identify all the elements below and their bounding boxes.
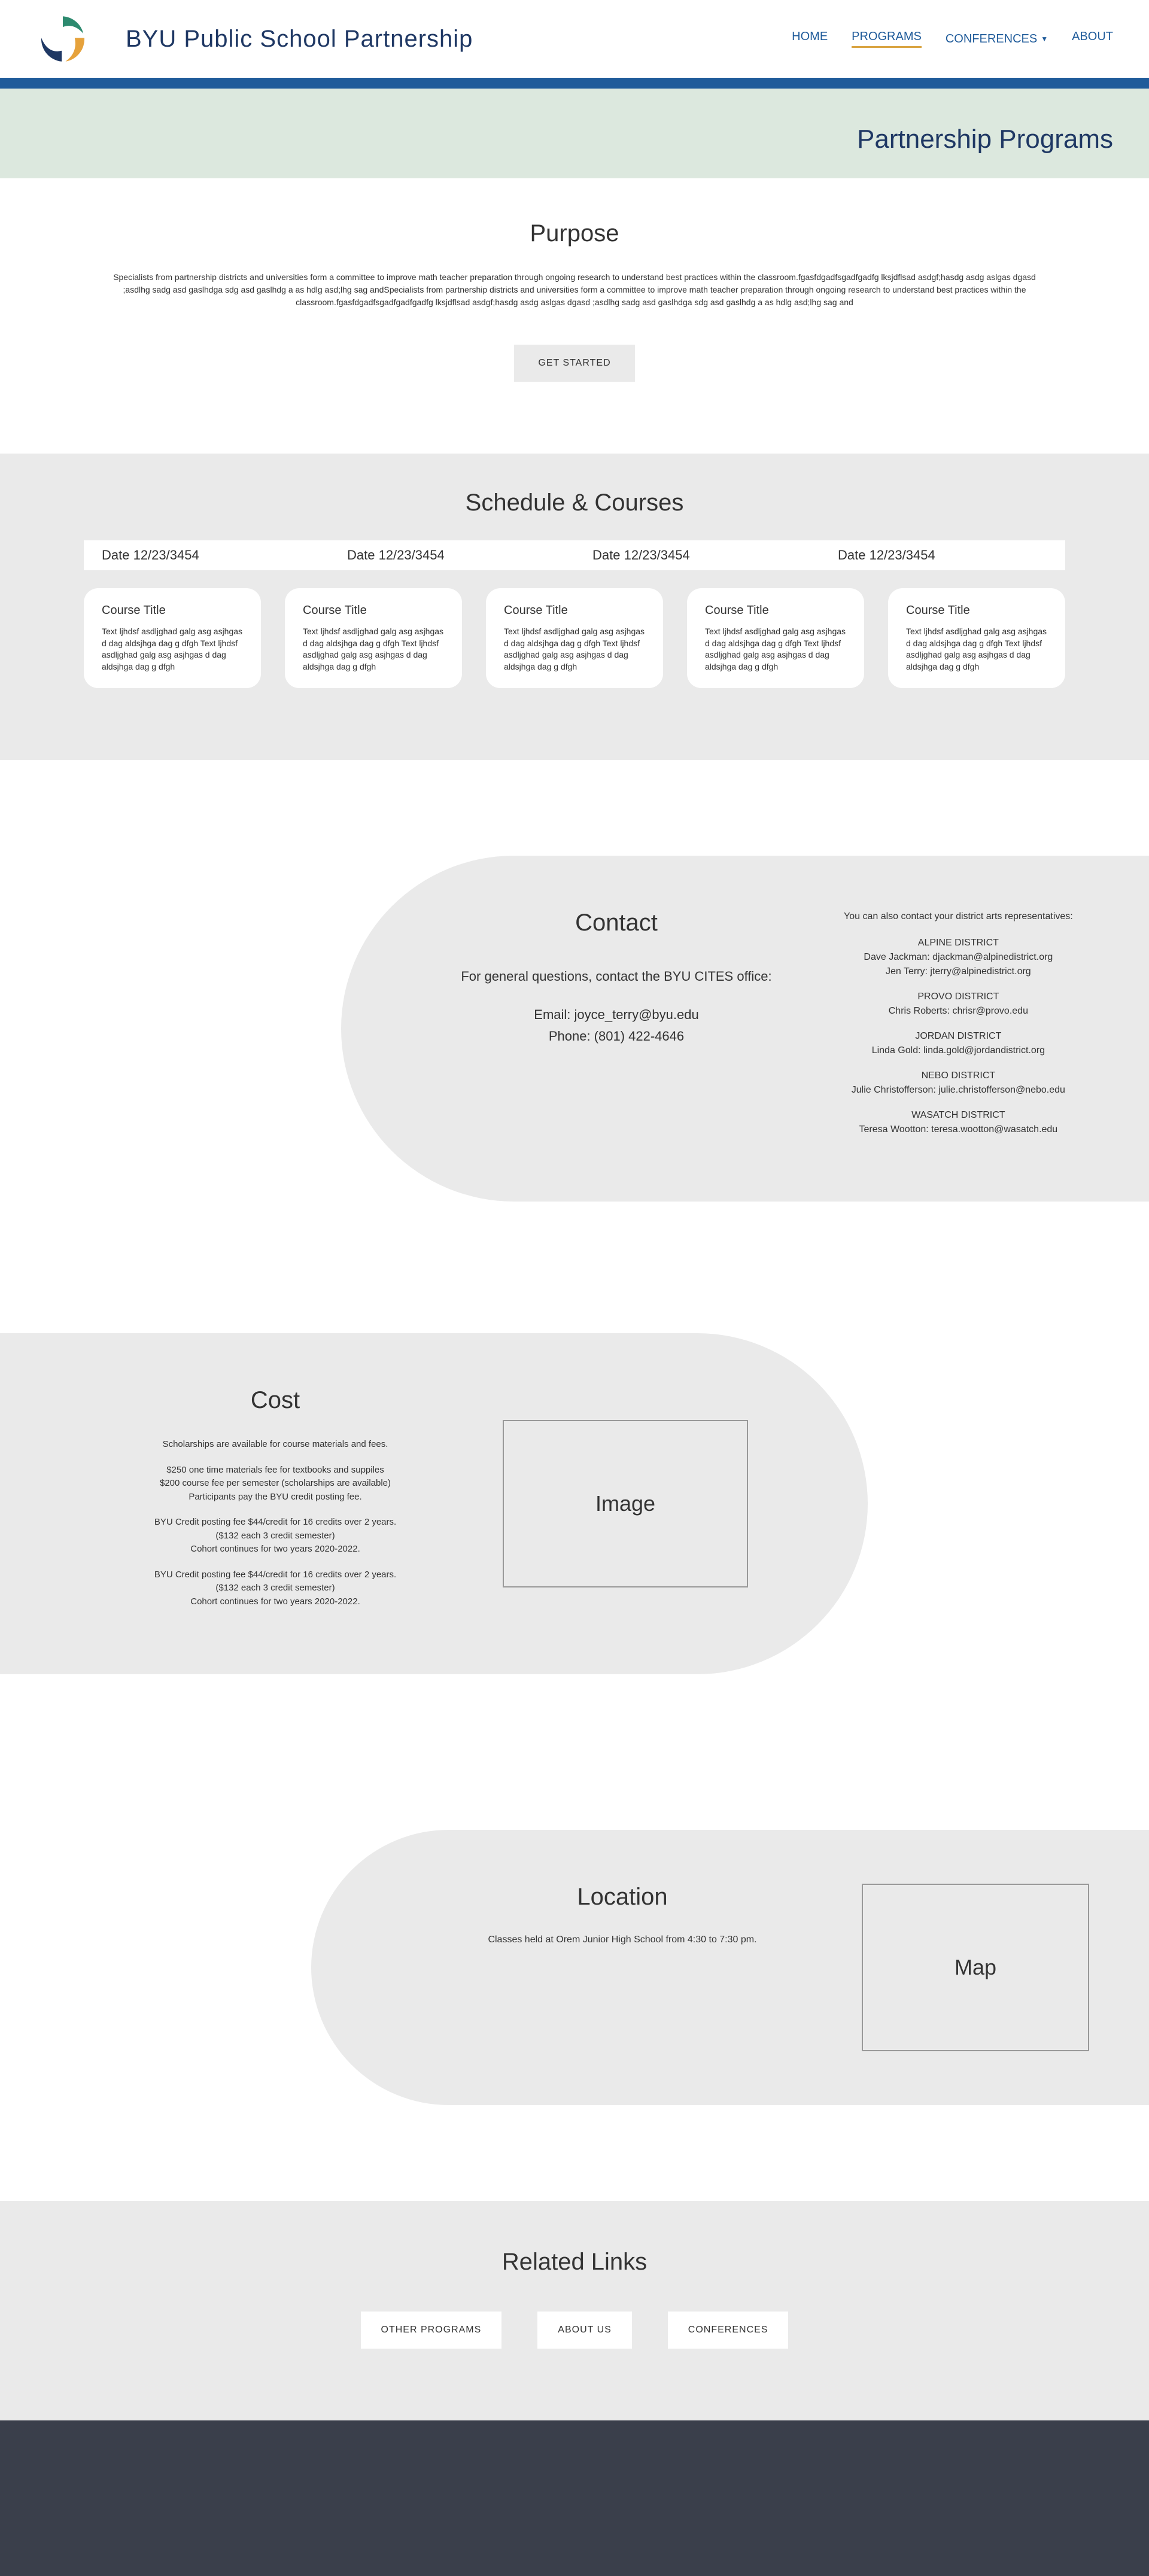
course-card: Course Title Text ljhdsf asdljghad galg … <box>285 588 462 688</box>
logo-icon <box>36 12 90 66</box>
related-links-section: Related Links OTHER PROGRAMS ABOUT US CO… <box>0 2201 1149 2420</box>
nav-conferences[interactable]: CONFERENCES ▼ <box>946 30 1048 48</box>
contact-phone: Phone: (801) 422-4646 <box>461 1026 772 1047</box>
rep-line: Dave Jackman: djackman@alpinedistrict.or… <box>844 950 1073 965</box>
nav-conferences-label[interactable]: CONFERENCES <box>946 32 1037 46</box>
course-title: Course Title <box>504 604 645 618</box>
location-heading: Location <box>467 1884 778 1911</box>
rep-line: Linda Gold: linda.gold@jordandistrict.or… <box>844 1044 1073 1058</box>
location-section: Location Classes held at Orem Junior Hig… <box>0 1770 1149 2201</box>
map-placeholder: Map <box>862 1884 1089 2051</box>
rep-block: JORDAN DISTRICT Linda Gold: linda.gold@j… <box>844 1029 1073 1058</box>
location-body: Classes held at Orem Junior High School … <box>467 1935 778 1945</box>
course-card: Course Title Text ljhdsf asdljghad galg … <box>486 588 663 688</box>
get-started-button[interactable]: GET STARTED <box>514 345 634 382</box>
contact-main: Contact For general questions, contact t… <box>461 910 772 1148</box>
contact-intro: For general questions, contact the BYU C… <box>461 966 772 986</box>
purpose-section: Purpose Specialists from partnership dis… <box>0 178 1149 454</box>
course-desc: Text ljhdsf asdljghad galg asg asjhgas d… <box>303 626 444 673</box>
contact-reps: You can also contact your district arts … <box>844 910 1073 1148</box>
course-card: Course Title Text ljhdsf asdljghad galg … <box>84 588 261 688</box>
contact-email: Email: joyce_terry@byu.edu <box>461 1004 772 1025</box>
nav-programs[interactable]: PROGRAMS <box>852 30 922 48</box>
location-text: Location Classes held at Orem Junior Hig… <box>467 1884 778 1945</box>
course-cards: Course Title Text ljhdsf asdljghad galg … <box>84 588 1065 688</box>
related-buttons: OTHER PROGRAMS ABOUT US CONFERENCES <box>0 2312 1149 2349</box>
course-card: Course Title Text ljhdsf asdljghad galg … <box>888 588 1065 688</box>
date-cell: Date 12/23/3454 <box>84 548 329 563</box>
district-name: NEBO DISTRICT <box>844 1069 1073 1083</box>
hero-banner: Partnership Programs <box>0 89 1149 178</box>
rep-block: PROVO DISTRICT Chris Roberts: chrisr@pro… <box>844 990 1073 1018</box>
course-desc: Text ljhdsf asdljghad galg asg asjhgas d… <box>102 626 243 673</box>
schedule-heading: Schedule & Courses <box>84 489 1065 516</box>
accent-bar <box>0 78 1149 89</box>
nav-about[interactable]: ABOUT <box>1072 30 1113 48</box>
district-name: ALPINE DISTRICT <box>844 936 1073 950</box>
schedule-section: Schedule & Courses Date 12/23/3454 Date … <box>0 454 1149 760</box>
location-pill: Location Classes held at Orem Junior Hig… <box>311 1830 1149 2105</box>
purpose-body: Specialists from partnership districts a… <box>108 271 1041 309</box>
conferences-button[interactable]: CONFERENCES <box>668 2312 789 2349</box>
contact-pill: Contact For general questions, contact t… <box>341 856 1149 1202</box>
brand: BYU Public School Partnership <box>36 12 473 66</box>
other-programs-button[interactable]: OTHER PROGRAMS <box>361 2312 502 2349</box>
course-desc: Text ljhdsf asdljghad galg asg asjhgas d… <box>504 626 645 673</box>
cost-line: $250 one time materials fee for textbook… <box>120 1464 431 1504</box>
rep-block: ALPINE DISTRICT Dave Jackman: djackman@a… <box>844 936 1073 979</box>
course-title: Course Title <box>705 604 846 618</box>
course-desc: Text ljhdsf asdljghad galg asg asjhgas d… <box>906 626 1047 673</box>
cost-line: BYU Credit posting fee $44/credit for 16… <box>120 1568 431 1609</box>
cost-text: Cost Scholarships are available for cour… <box>120 1387 431 1620</box>
site-footer <box>0 2420 1149 2576</box>
district-name: PROVO DISTRICT <box>844 990 1073 1004</box>
course-desc: Text ljhdsf asdljghad galg asg asjhgas d… <box>705 626 846 673</box>
about-us-button[interactable]: ABOUT US <box>537 2312 632 2349</box>
cost-line: BYU Credit posting fee $44/credit for 16… <box>120 1516 431 1556</box>
date-cell: Date 12/23/3454 <box>820 548 1065 563</box>
date-cell: Date 12/23/3454 <box>574 548 820 563</box>
reps-intro: You can also contact your district arts … <box>844 910 1073 924</box>
site-title: BYU Public School Partnership <box>126 26 473 53</box>
contact-section: Contact For general questions, contact t… <box>0 760 1149 1297</box>
cost-line: Scholarships are available for course ma… <box>120 1438 431 1452</box>
cost-section: Cost Scholarships are available for cour… <box>0 1297 1149 1770</box>
course-title: Course Title <box>303 604 444 618</box>
related-heading: Related Links <box>0 2249 1149 2276</box>
district-name: JORDAN DISTRICT <box>844 1029 1073 1044</box>
site-header: BYU Public School Partnership HOME PROGR… <box>0 0 1149 78</box>
rep-line: Julie Christofferson: julie.christoffers… <box>844 1083 1073 1097</box>
date-row: Date 12/23/3454 Date 12/23/3454 Date 12/… <box>84 540 1065 570</box>
course-card: Course Title Text ljhdsf asdljghad galg … <box>687 588 864 688</box>
date-cell: Date 12/23/3454 <box>329 548 574 563</box>
purpose-heading: Purpose <box>108 220 1041 247</box>
district-name: WASATCH DISTRICT <box>844 1108 1073 1123</box>
rep-line: Jen Terry: jterry@alpinedistrict.org <box>844 965 1073 979</box>
image-placeholder: Image <box>503 1420 748 1587</box>
cost-pill: Cost Scholarships are available for cour… <box>0 1333 868 1674</box>
rep-block: NEBO DISTRICT Julie Christofferson: juli… <box>844 1069 1073 1097</box>
page-title: Partnership Programs <box>36 124 1113 154</box>
course-title: Course Title <box>102 604 243 618</box>
cost-heading: Cost <box>120 1387 431 1414</box>
caret-down-icon: ▼ <box>1041 35 1048 43</box>
course-title: Course Title <box>906 604 1047 618</box>
rep-line: Teresa Wootton: teresa.wootton@wasatch.e… <box>844 1123 1073 1137</box>
rep-block: WASATCH DISTRICT Teresa Wootton: teresa.… <box>844 1108 1073 1137</box>
nav-home[interactable]: HOME <box>792 30 828 48</box>
rep-line: Chris Roberts: chrisr@provo.edu <box>844 1004 1073 1018</box>
contact-heading: Contact <box>461 910 772 936</box>
main-nav: HOME PROGRAMS CONFERENCES ▼ ABOUT <box>792 30 1113 48</box>
